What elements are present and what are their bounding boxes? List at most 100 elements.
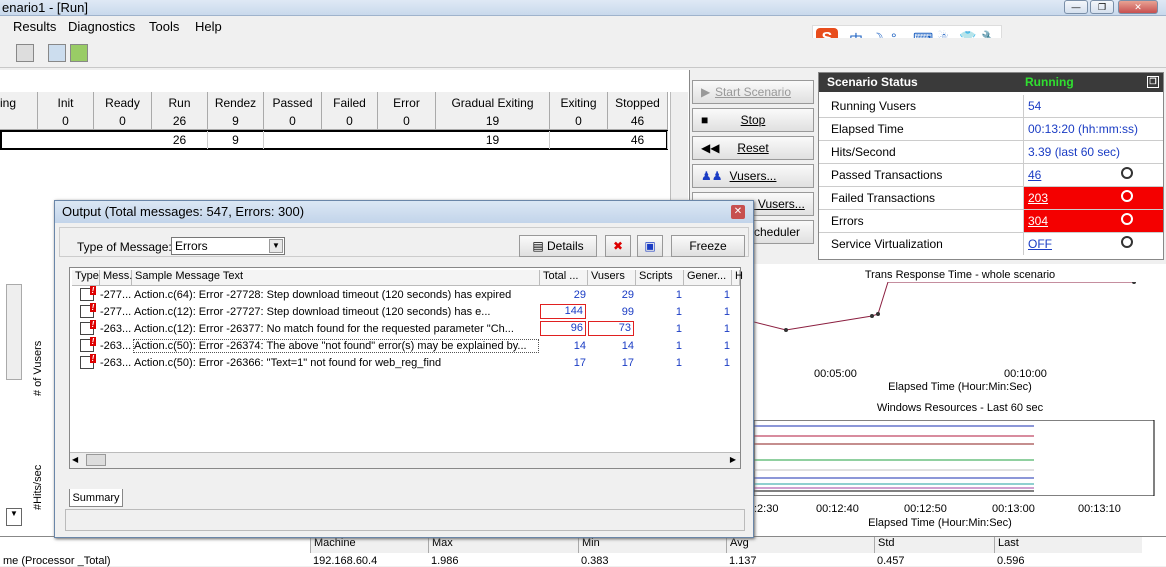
measure-max: 1.986 xyxy=(431,555,459,567)
graph-tree-panel: # of Vusers #Hits/sec ▼ xyxy=(0,264,56,536)
restore-icon[interactable]: ❐ xyxy=(1147,76,1159,88)
cell-gradual-exiting: 19 xyxy=(436,131,550,149)
table-row[interactable]: -277...Action.c(12): Error -27727: Step … xyxy=(70,303,740,321)
matrix-icon[interactable] xyxy=(70,44,88,62)
error-icon xyxy=(80,354,96,369)
table-row[interactable]: -263...Action.c(12): Error -26377: No ma… xyxy=(70,320,740,338)
maximize-button[interactable]: ❐ xyxy=(1090,0,1114,14)
measure-min: 0.383 xyxy=(581,555,609,567)
status-row[interactable]: Passed Transactions 46 xyxy=(819,164,1163,187)
measure-machine: 192.168.60.4 xyxy=(313,555,378,567)
menu-results[interactable]: Results xyxy=(13,19,56,34)
cell-stopped: 46 xyxy=(608,131,668,149)
start-scenario-button[interactable]: ▶ Start Scenario xyxy=(692,80,814,104)
scroll-thumb[interactable] xyxy=(86,454,106,466)
x-tick: 00:13:10 xyxy=(1078,503,1121,515)
table-row[interactable]: -263...Action.c(50): Error -26366: "Text… xyxy=(70,354,740,372)
graph-title: Trans Response Time - whole scenario xyxy=(864,269,1056,281)
col-header[interactable]: Gener... xyxy=(684,270,732,286)
trans-response-plot xyxy=(754,282,1136,332)
output-title: Output (Total messages: 547, Errors: 300… xyxy=(55,201,753,223)
details-icon: ▤ xyxy=(532,239,547,253)
hits-axis-label: #Hits/sec xyxy=(32,464,44,510)
vusers-axis-label: # of Vusers xyxy=(32,340,44,396)
title-bar: enario1 - [Run] — ❐ ✕ xyxy=(0,0,1166,16)
output-status-bar xyxy=(65,509,745,531)
horizontal-scrollbar[interactable]: ◀ ▶ xyxy=(70,452,740,468)
menu-diagnostics[interactable]: Diagnostics xyxy=(68,19,135,34)
col-header[interactable]: Failed 0 xyxy=(322,92,378,130)
magnifier-icon[interactable] xyxy=(1121,167,1133,179)
col-header[interactable]: Avg xyxy=(726,537,874,553)
cell-rendez: 9 xyxy=(208,131,264,149)
scenario-status-panel: Scenario Status Running ❐ Running Vusers… xyxy=(818,72,1164,260)
col-header[interactable]: Std xyxy=(874,537,994,553)
grid-icon[interactable] xyxy=(16,44,34,62)
col-header[interactable]: Mess... xyxy=(100,270,138,286)
col-header[interactable]: Rendez 9 xyxy=(208,92,264,130)
x-tick: :2:30 xyxy=(754,503,779,515)
graph-title: Windows Resources - Last 60 sec xyxy=(876,402,1044,414)
windows-resources-graph: Windows Resources - Last 60 sec :2:30 00… xyxy=(754,398,1166,536)
export-icon[interactable]: ▣ xyxy=(637,235,663,257)
status-row[interactable]: Errors 304 xyxy=(819,210,1163,233)
close-icon[interactable]: ✕ xyxy=(731,205,745,219)
menu-help[interactable]: Help xyxy=(195,19,222,34)
analyze-icon[interactable] xyxy=(48,44,66,62)
message-type-select[interactable]: Errors ▼ xyxy=(171,237,285,255)
status-row[interactable]: Service Virtualization OFF xyxy=(819,233,1163,256)
output-window: Output (Total messages: 547, Errors: 300… xyxy=(54,200,754,538)
col-header[interactable]: Exiting 0 xyxy=(550,92,608,130)
x-tick: 00:13:00 xyxy=(992,503,1035,515)
tree-scrollbar[interactable] xyxy=(6,284,22,380)
x-tick: 00:10:00 xyxy=(1004,368,1047,380)
table-row[interactable]: -263...Action.c(50): Error -26374: The a… xyxy=(70,337,740,355)
freeze-button[interactable]: Freeze xyxy=(671,235,745,257)
col-header[interactable]: Run 26 xyxy=(152,92,208,130)
toolbar xyxy=(0,38,1166,68)
col-header[interactable]: Stopped 46 xyxy=(608,92,668,130)
clear-output-icon[interactable]: ✖ xyxy=(605,235,631,257)
magnifier-icon[interactable] xyxy=(1121,236,1133,248)
x-axis-label: Elapsed Time (Hour:Min:Sec) xyxy=(868,517,1012,529)
measurements-table: Machine Max Min Avg Std Last me (Process… xyxy=(0,536,1166,567)
col-header[interactable]: Total ... xyxy=(540,270,588,286)
scroll-left-icon[interactable]: ◀ xyxy=(72,455,78,464)
message-type-label: Type of Message: xyxy=(77,240,172,254)
reset-button[interactable]: ◀◀ Reset xyxy=(692,136,814,160)
stop-button[interactable]: ■ Stop xyxy=(692,108,814,132)
details-button[interactable]: ▤ Details xyxy=(519,235,597,257)
trans-response-graph: Trans Response Time - whole scenario 00:… xyxy=(754,264,1166,398)
status-row[interactable]: Failed Transactions 203 xyxy=(819,187,1163,210)
close-button[interactable]: ✕ xyxy=(1118,0,1158,14)
minimize-button[interactable]: — xyxy=(1064,0,1088,14)
col-header[interactable]: Gradual Exiting 19 xyxy=(436,92,550,130)
col-header[interactable]: Machine xyxy=(310,537,428,553)
col-header[interactable]: Scripts xyxy=(636,270,684,286)
table-row[interactable]: -277...Action.c(64): Error -27728: Step … xyxy=(70,286,740,304)
group-row-selected[interactable] xyxy=(0,130,668,150)
col-header[interactable]: Ready 0 xyxy=(94,92,152,130)
magnifier-icon[interactable] xyxy=(1121,213,1133,225)
col-header[interactable]: Error 0 xyxy=(378,92,436,130)
error-icon xyxy=(80,337,96,352)
status-title: Scenario Status xyxy=(827,75,918,89)
col-header[interactable]: ing xyxy=(0,92,38,130)
magnifier-icon[interactable] xyxy=(1121,190,1133,202)
menu-tools[interactable]: Tools xyxy=(149,19,179,34)
scroll-right-icon[interactable]: ▶ xyxy=(730,455,736,464)
status-row: Hits/Second 3.39 (last 60 sec) xyxy=(819,141,1163,164)
col-header[interactable]: Type xyxy=(72,270,100,286)
col-header[interactable]: Sample Message Text xyxy=(132,270,540,286)
col-header[interactable]: Max xyxy=(428,537,578,553)
col-header[interactable]: Vusers xyxy=(588,270,636,286)
col-header[interactable]: Last xyxy=(994,537,1142,553)
tab-summary[interactable]: Summary xyxy=(69,489,123,507)
vusers-button[interactable]: ♟♟ Vusers... xyxy=(692,164,814,188)
col-header[interactable]: Init 0 xyxy=(38,92,94,130)
col-header[interactable]: Passed 0 xyxy=(264,92,322,130)
status-row: Running Vusers 54 xyxy=(819,95,1163,118)
dropdown-arrow-icon[interactable]: ▼ xyxy=(6,508,22,526)
col-header[interactable]: H xyxy=(732,270,743,286)
col-header[interactable]: Min xyxy=(578,537,726,553)
